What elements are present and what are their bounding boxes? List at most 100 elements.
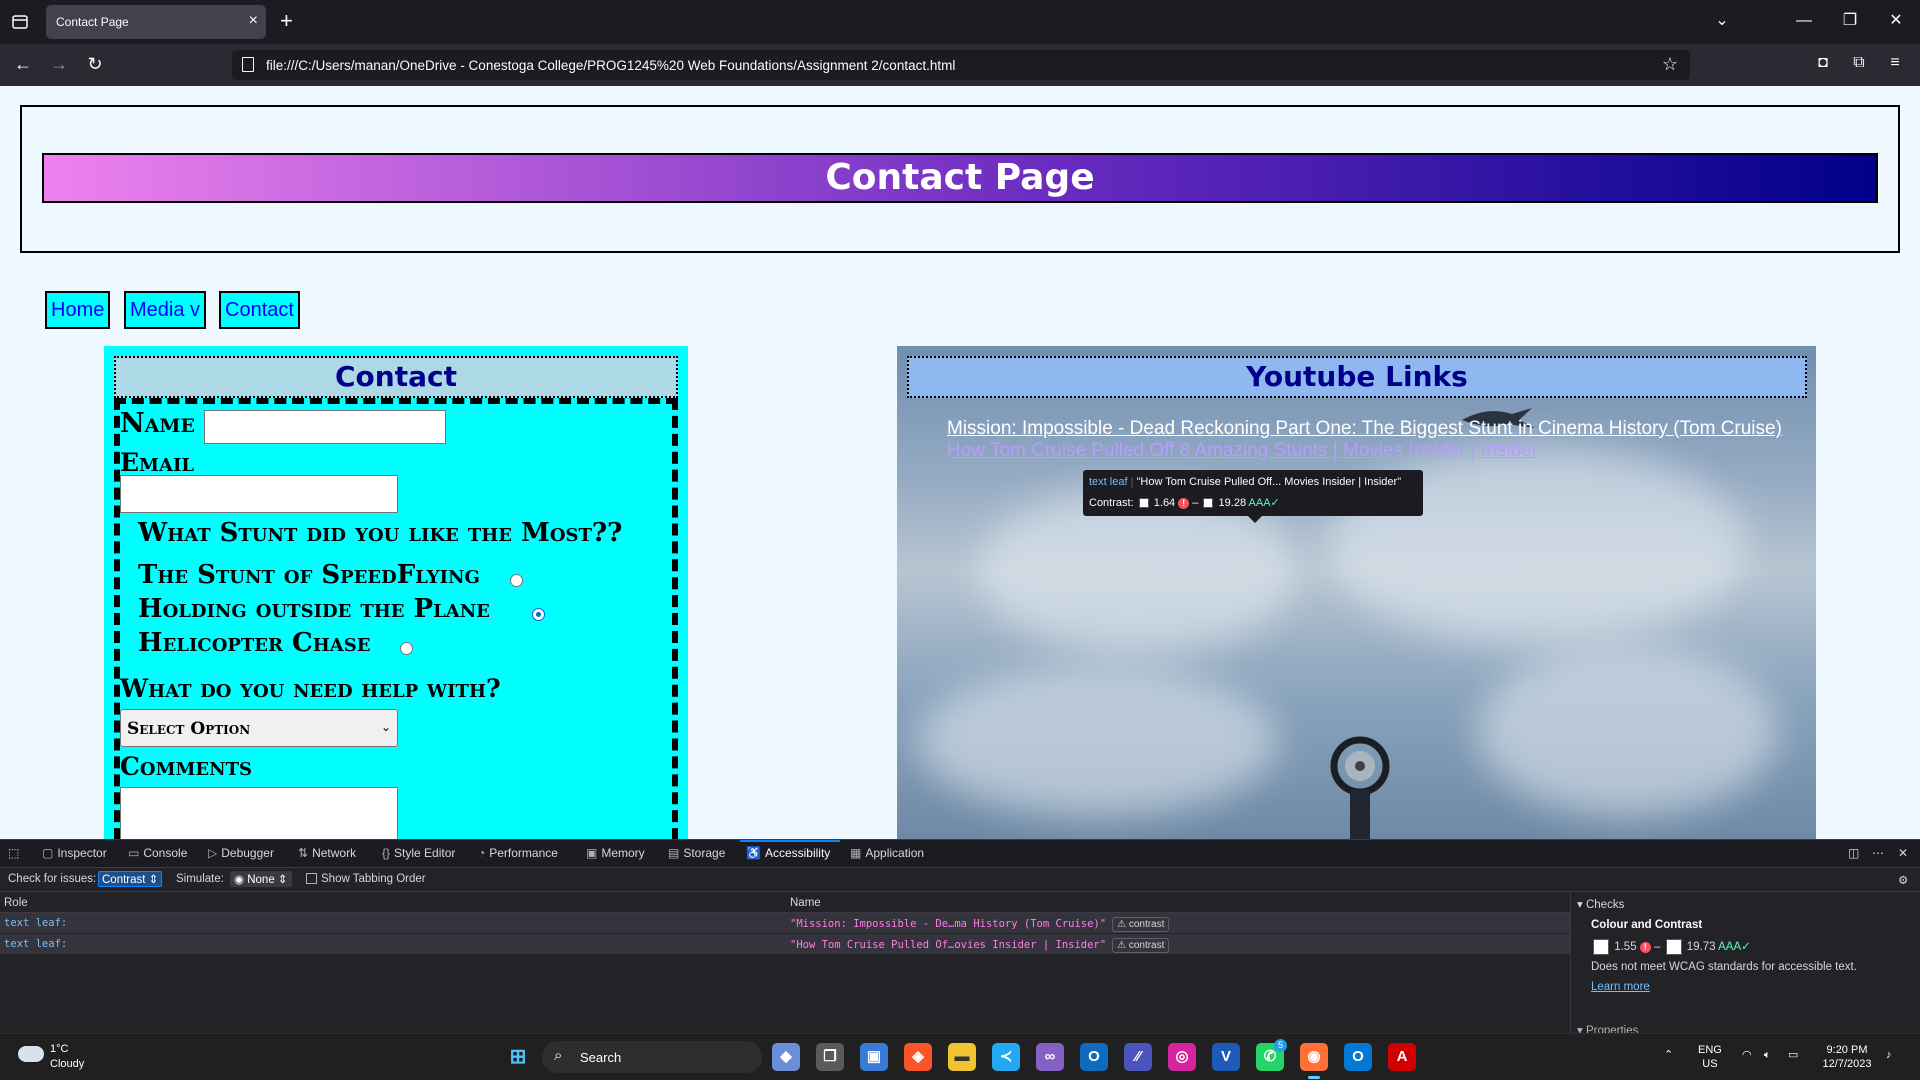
clock-time: 9:20 PM [1826,1044,1868,1056]
minimize-icon[interactable]: — [1784,8,1824,34]
language-indicator[interactable]: ENG US [1698,1043,1722,1071]
forward-icon[interactable]: → [46,53,72,75]
editor-app-icon[interactable]: ⁄⁄ [1124,1043,1152,1071]
menu-item-home[interactable]: Home [45,291,111,329]
tooltip-contrast-low: 1.64 [1153,497,1176,509]
tab-debugger[interactable]: ▷ Debugger [208,846,274,860]
wifi-icon[interactable]: ◠ [1742,1048,1752,1062]
back-icon[interactable]: ← [10,53,36,75]
firefox-icon[interactable]: ◉ [1300,1043,1328,1071]
radio-helicopter[interactable] [400,642,413,655]
tab-console-label: Console [143,846,188,860]
menu-item-contact[interactable]: Contact [219,291,300,329]
battery-icon[interactable]: ▭ [1788,1048,1798,1062]
window-close-icon[interactable]: ✕ [1876,8,1916,34]
tab-memory[interactable]: ▣ Memory [586,846,645,860]
menu-item-media[interactable]: Media v [124,291,207,329]
brave-browser-icon[interactable]: ◈ [904,1043,932,1071]
bookmark-star-icon[interactable]: ☆ [1662,54,1678,75]
check-issues-select[interactable]: Contrast ⇕ [98,871,163,887]
visual-studio-icon[interactable]: ∞ [1036,1043,1064,1071]
tab-style-editor[interactable]: {} Style Editor [382,846,455,860]
radio-plane[interactable] [532,608,545,621]
outlook-new-icon[interactable]: O [1080,1043,1108,1071]
vscode-icon[interactable]: ≺ [992,1043,1020,1071]
tree-row[interactable]: text leaf: "How Tom Cruise Pulled Of…ovi… [0,934,1570,954]
youtube-link-mission-impossible[interactable]: Mission: Impossible - Dead Reckoning Par… [947,418,1782,440]
new-tab-icon[interactable]: + [280,10,293,32]
tooltip-contrast-label: Contrast: [1089,497,1134,509]
simulate-select[interactable]: ◉ None ⇕ [230,871,292,887]
tab-list-icon[interactable] [8,10,32,34]
tab-inspector-label: Inspector [57,846,107,860]
contrast-badge[interactable]: ⚠ contrast [1112,917,1170,932]
warning-icon: ! [1639,941,1651,953]
comments-textarea[interactable] [120,787,398,839]
element-picker-icon[interactable]: ⬚ [8,846,19,860]
tabbing-order-label: Show Tabbing Order [321,873,426,885]
tooltip-name: "How Tom Cruise Pulled Off... Movies Ins… [1136,476,1402,488]
color-swatch-icon [1203,498,1214,509]
task-view-icon[interactable]: ❐ [816,1043,844,1071]
outlook-icon[interactable]: O [1344,1043,1372,1071]
wcag-message: Does not meet WCAG standards for accessi… [1591,961,1857,973]
tab-accessibility[interactable]: ♿ Accessibility [746,846,830,860]
restore-icon[interactable]: ❐ [1830,8,1870,34]
weather-condition[interactable]: Cloudy [50,1058,84,1070]
weather-temperature[interactable]: 1°C [50,1043,68,1055]
browser-nav-bar: ← → ↻ file:///C:/Users/manan/OneDrive - … [0,44,1920,86]
url-text[interactable]: file:///C:/Users/manan/OneDrive - Conest… [266,58,955,73]
app-menu-icon[interactable]: ≡ [1884,54,1906,72]
email-input[interactable] [120,475,398,513]
tab-storage[interactable]: ▤ Storage [668,846,725,860]
adobe-acrobat-icon[interactable]: A [1388,1043,1416,1071]
learn-more-link[interactable]: Learn more [1591,981,1650,993]
settings-gear-icon[interactable]: ⚙ [1898,873,1908,887]
reload-icon[interactable]: ↻ [82,53,108,75]
taskbar-search[interactable]: ⌕ Search [542,1041,762,1073]
devtools-close-icon[interactable]: ✕ [1898,846,1908,860]
radio-speedflying[interactable] [510,574,523,587]
copilot-icon[interactable]: ◆ [772,1043,800,1071]
clock[interactable]: 9:20 PM 12/7/2023 [1816,1043,1878,1071]
dock-icon[interactable]: ◫ [1848,846,1859,860]
file-explorer-icon[interactable]: ▬ [948,1043,976,1071]
contact-form: Name Email What Stunt did you like the M… [114,398,678,839]
extensions-icon[interactable]: ⧉ [1848,54,1870,72]
volume-icon[interactable]: 🔈︎ [1764,1048,1771,1062]
tab-console[interactable]: ▭ Console [128,846,187,860]
show-tabbing-order[interactable]: Show Tabbing Order [306,873,426,885]
tab-application[interactable]: ▦ Application [850,846,924,860]
region-code: US [1702,1058,1718,1070]
stunt-question: What Stunt did you like the Most?? [138,518,623,548]
browser-tab[interactable]: Contact Page × [46,5,266,39]
pocket-icon[interactable]: ◘ [1812,54,1834,72]
notification-bell-icon[interactable]: ♪ [1886,1048,1892,1062]
tab-close-icon[interactable]: × [249,12,258,30]
youtube-link-tom-cruise-stunts[interactable]: How Tom Cruise Pulled Off 8 Amazing Stun… [947,440,1538,462]
vmware-icon[interactable]: V [1212,1043,1240,1071]
windows-start-icon[interactable]: ⊞ [504,1043,532,1071]
name-input[interactable] [204,410,446,444]
cloud-weather-icon[interactable] [18,1046,44,1062]
page-viewport: Contact Page Home Media v Contact Contac… [0,86,1920,839]
tab-overflow-chevron-icon[interactable]: ⌄ [1702,8,1742,34]
tab-performance[interactable]: ◔ Performance [478,846,558,860]
url-bar[interactable]: file:///C:/Users/manan/OneDrive - Conest… [232,50,1690,80]
contrast-grade: AAA✓ [1718,941,1751,954]
contrast-badge[interactable]: ⚠ contrast [1112,938,1170,953]
check-issues-label: Check for issues: [8,873,97,885]
help-select[interactable]: Select Option ⌄ [120,709,398,747]
tray-overflow-chevron-icon[interactable]: ⌃ [1664,1048,1673,1062]
microsoft-store-icon[interactable]: ▣ [860,1043,888,1071]
more-options-icon[interactable]: ⋯ [1872,846,1884,860]
tab-network[interactable]: ⇅ Network [298,846,356,860]
simulate-value: None [247,874,275,886]
tree-row[interactable]: text leaf: "Mission: Impossible - De…ma … [0,913,1570,933]
simulate-label: Simulate: [176,873,224,885]
checks-title[interactable]: ▾ Checks [1577,897,1624,911]
tab-performance-label: Performance [489,846,558,860]
tab-inspector[interactable]: ▢ Inspector [42,846,107,860]
tabbing-order-checkbox[interactable] [306,873,317,885]
instagram-icon[interactable]: ◎ [1168,1043,1196,1071]
